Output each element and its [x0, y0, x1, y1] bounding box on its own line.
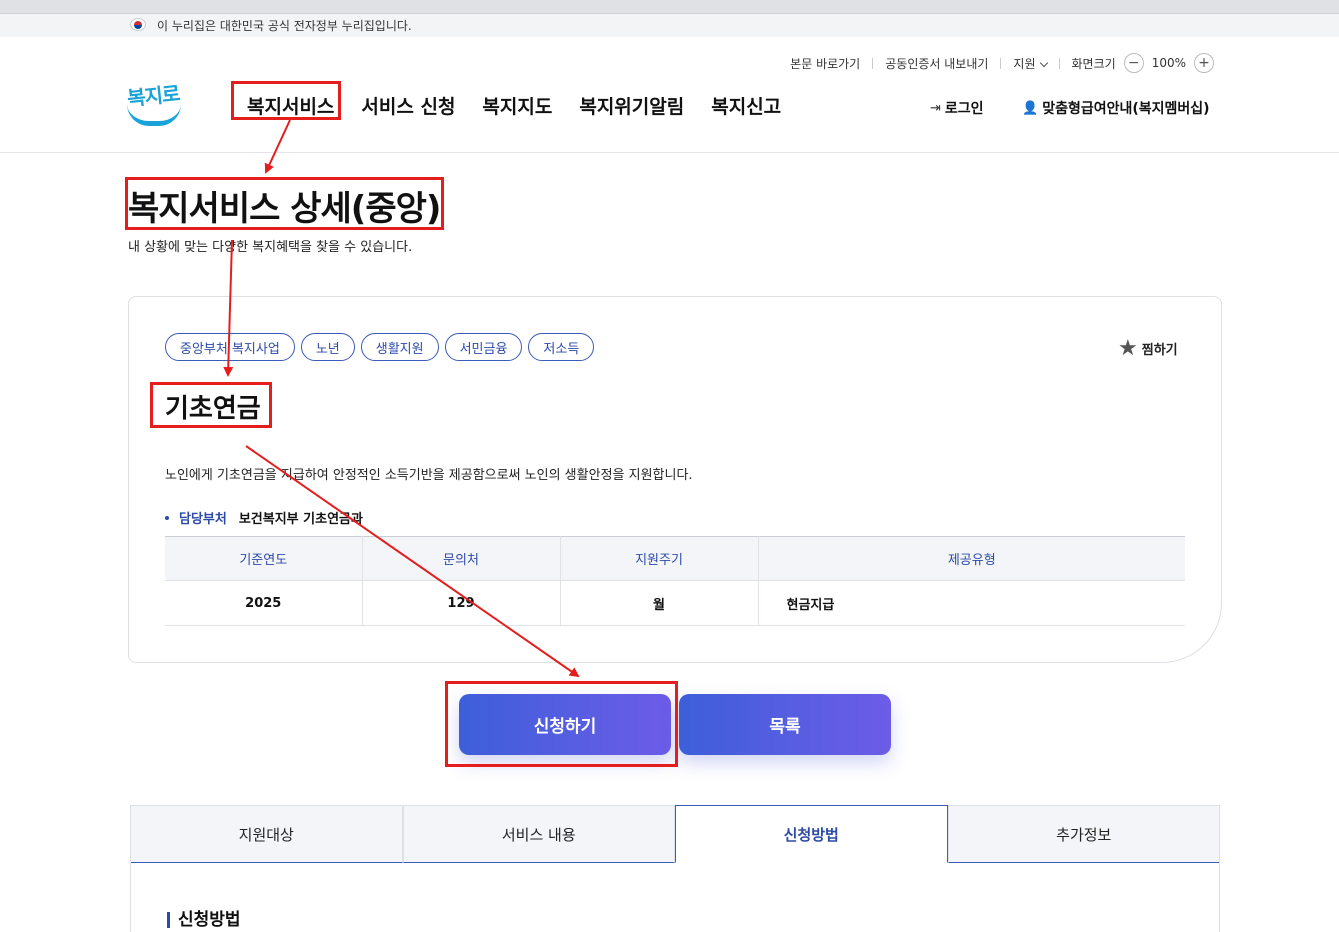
- logo-smile-icon: [127, 104, 181, 126]
- tab-service-content[interactable]: 서비스 내용: [402, 805, 675, 863]
- membership-button[interactable]: 👤 맞춤형급여안내(복지멤버십): [1022, 98, 1210, 118]
- bullet-icon: [165, 515, 169, 520]
- export-certificate-link[interactable]: 공동인증서 내보내기: [885, 55, 988, 72]
- membership-label: 맞춤형급여안내(복지멤버십): [1042, 101, 1210, 117]
- annotation-arrow: [264, 119, 291, 174]
- department-value: 보건복지부 기초연금과: [238, 512, 363, 527]
- tab-application-method[interactable]: 신청방법: [675, 805, 948, 863]
- page-title: 복지서비스 상세(중앙): [128, 189, 441, 229]
- bokjiro-logo[interactable]: 복지로: [126, 80, 183, 128]
- tab-eligibility[interactable]: 지원대상: [130, 805, 403, 863]
- department-label: 담당부처: [179, 512, 227, 527]
- column-header: 기준연도: [165, 536, 363, 581]
- list-button[interactable]: 목록: [679, 694, 891, 755]
- korean-flag-icon: [130, 18, 146, 31]
- divider: [872, 57, 874, 69]
- nav-item-welfare-report[interactable]: 복지신고: [711, 92, 781, 119]
- gov-banner-text: 이 누리집은 대한민국 공식 전자정부 누리집입니다.: [157, 19, 412, 33]
- column-header: 제공유형: [758, 536, 1185, 581]
- tab-additional-info[interactable]: 추가정보: [947, 805, 1220, 863]
- table-row: 2025 129 월 현금지급: [165, 580, 1185, 626]
- column-header: 지원주기: [560, 536, 759, 581]
- service-description: 노인에게 기초연금을 지급하여 안정적인 소득기반을 제공함으로써 노인의 생활…: [165, 468, 693, 483]
- login-label: 로그인: [944, 101, 984, 117]
- table-cell: 월: [560, 580, 759, 626]
- zoom-in-button[interactable]: +: [1194, 53, 1214, 73]
- tag[interactable]: 서민금융: [444, 333, 523, 361]
- column-header: 문의처: [362, 536, 561, 581]
- nav-item-service-apply[interactable]: 서비스 신청: [361, 92, 455, 119]
- star-icon: ★: [1118, 336, 1138, 361]
- support-dropdown[interactable]: 지원: [1013, 55, 1048, 72]
- nav-item-welfare-service[interactable]: 복지서비스: [247, 92, 334, 119]
- screen-size-label: 화면크기: [1071, 56, 1116, 71]
- service-name: 기초연금: [165, 394, 261, 424]
- utility-menu: 본문 바로가기 공동인증서 내보내기 지원 화면크기 − 100% +: [790, 53, 1222, 73]
- table-header-row: 기준연도 문의처 지원주기 제공유형: [165, 536, 1185, 581]
- login-icon: ⇥: [930, 100, 941, 116]
- page-subtitle: 내 상황에 맞는 다양한 복지혜택을 찾을 수 있습니다.: [128, 240, 413, 255]
- divider: [1058, 57, 1060, 69]
- browser-chrome-strip: [0, 0, 1339, 14]
- header-divider: [0, 152, 1339, 153]
- nav-item-welfare-map[interactable]: 복지지도: [482, 92, 552, 119]
- department-info: 담당부처 보건복지부 기초연금과: [165, 508, 363, 527]
- nav-item-crisis-alert[interactable]: 복지위기알림: [579, 92, 684, 119]
- table-cell: 현금지급: [758, 580, 1185, 626]
- support-label: 지원: [1013, 56, 1036, 71]
- table-cell: 129: [362, 580, 561, 626]
- tag[interactable]: 생활지원: [360, 333, 439, 361]
- chevron-down-icon: [1039, 58, 1048, 67]
- skip-to-content-link[interactable]: 본문 바로가기: [790, 55, 860, 72]
- favorite-label: 찜하기: [1141, 343, 1178, 358]
- login-button[interactable]: ⇥ 로그인: [930, 98, 984, 118]
- zoom-level: 100%: [1151, 56, 1186, 70]
- zoom-out-button[interactable]: −: [1123, 53, 1144, 73]
- favorite-button[interactable]: ★ 찜하기: [1118, 336, 1178, 361]
- main-nav: 복지서비스 서비스 신청 복지지도 복지위기알림 복지신고: [247, 92, 808, 119]
- tag[interactable]: 저소득: [528, 333, 595, 361]
- tag[interactable]: 노년: [300, 333, 355, 361]
- table-cell: 2025: [165, 580, 363, 626]
- tag[interactable]: 중앙부처 복지사업: [165, 333, 295, 361]
- section-heading: 신청방법: [167, 912, 241, 929]
- detail-tabs: 지원대상 서비스 내용 신청방법 추가정보: [130, 805, 1220, 863]
- apply-button[interactable]: 신청하기: [459, 694, 671, 755]
- service-tags: 중앙부처 복지사업 노년 생활지원 서민금융 저소득: [165, 333, 600, 361]
- user-add-icon: 👤: [1022, 100, 1039, 116]
- divider: [1000, 57, 1002, 69]
- service-info-table: 기준연도 문의처 지원주기 제공유형 2025 129 월 현금지급: [165, 536, 1185, 626]
